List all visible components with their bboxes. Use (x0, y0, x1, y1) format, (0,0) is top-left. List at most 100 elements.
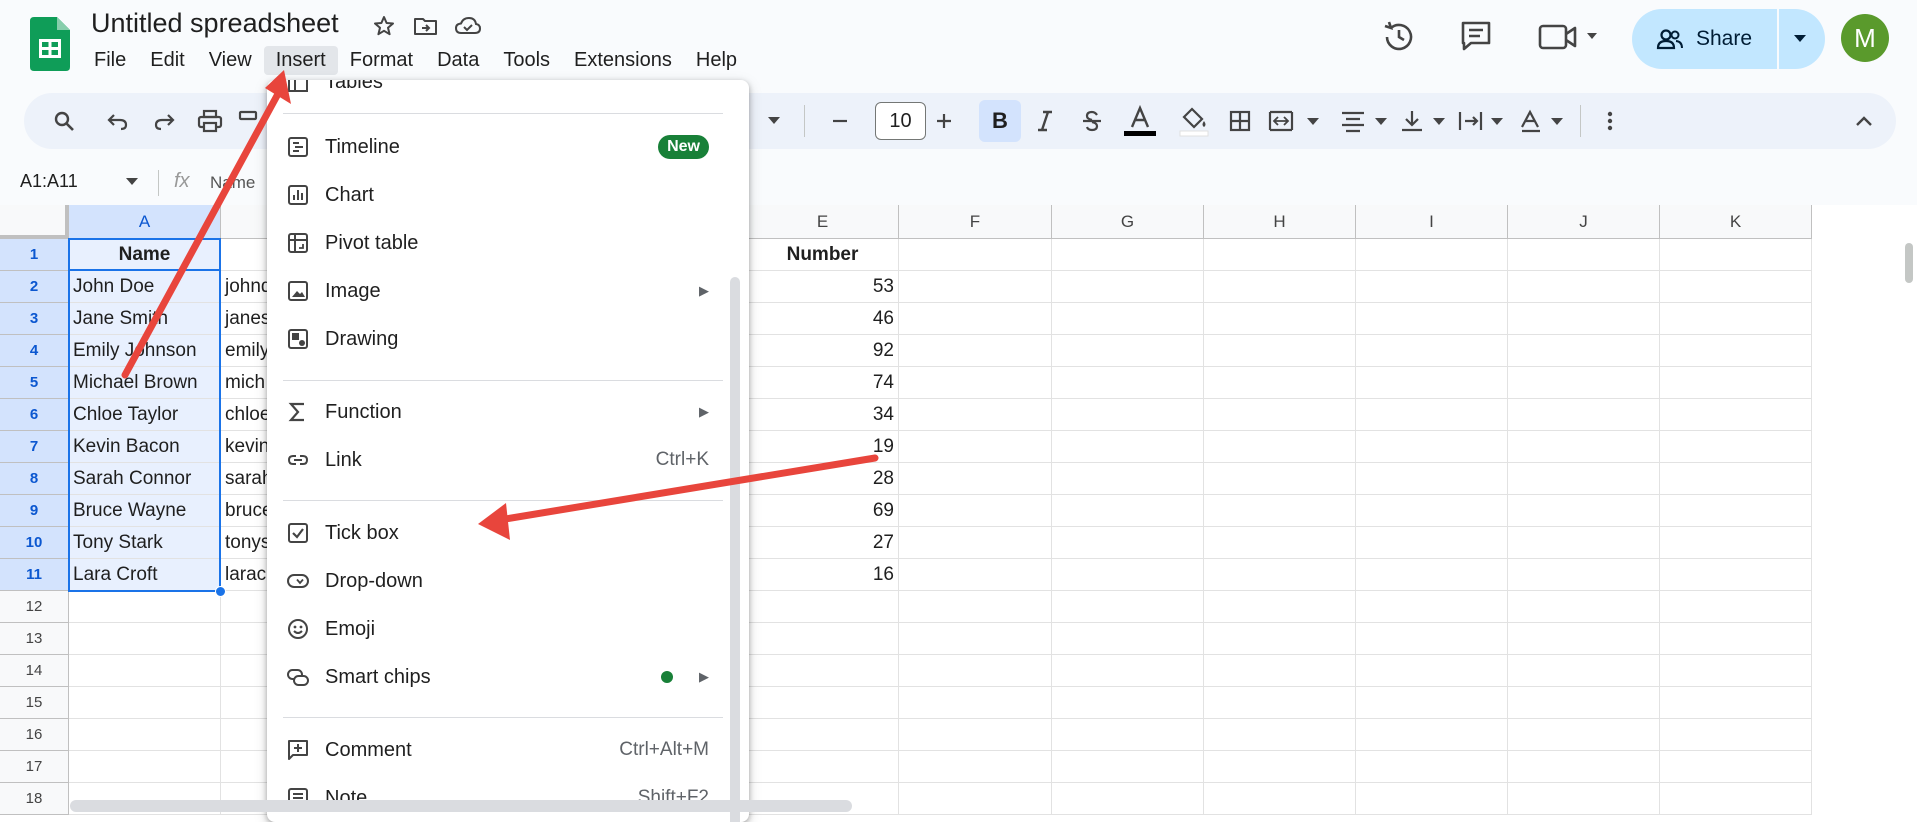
cell-e11[interactable]: 16 (747, 559, 899, 591)
cell-j2[interactable] (1508, 271, 1660, 303)
cell-h16[interactable] (1204, 719, 1356, 751)
menu-edit[interactable]: Edit (138, 46, 196, 75)
cell-i13[interactable] (1356, 623, 1508, 655)
cell-i11[interactable] (1356, 559, 1508, 591)
menu-tools[interactable]: Tools (491, 46, 562, 75)
cell-h10[interactable] (1204, 527, 1356, 559)
cell-f8[interactable] (899, 463, 1052, 495)
row-header-4[interactable]: 4 (0, 335, 69, 367)
row-header-16[interactable]: 16 (0, 719, 69, 751)
cell-a15[interactable] (69, 687, 221, 719)
version-history-icon[interactable] (1380, 18, 1418, 61)
cell-k5[interactable] (1660, 367, 1812, 399)
column-header-a[interactable]: A (69, 205, 221, 239)
menu-item-tick-box[interactable]: Tick box (267, 509, 733, 557)
cell-e6[interactable]: 34 (747, 399, 899, 431)
cell-f10[interactable] (899, 527, 1052, 559)
cell-h6[interactable] (1204, 399, 1356, 431)
row-header-11[interactable]: 11 (0, 559, 69, 591)
cell-g14[interactable] (1052, 655, 1204, 687)
cell-e7[interactable]: 19 (747, 431, 899, 463)
cell-i16[interactable] (1356, 719, 1508, 751)
cell-e13[interactable] (747, 623, 899, 655)
cell-k12[interactable] (1660, 591, 1812, 623)
row-header-1[interactable]: 1 (0, 239, 69, 271)
menu-item-link[interactable]: Link Ctrl+K (267, 436, 733, 484)
cell-f16[interactable] (899, 719, 1052, 751)
cell-j12[interactable] (1508, 591, 1660, 623)
cell-a13[interactable] (69, 623, 221, 655)
menu-item-image[interactable]: Image ▶ (267, 267, 733, 315)
cell-h13[interactable] (1204, 623, 1356, 655)
menu-item-drawing[interactable]: Drawing (267, 315, 733, 363)
cell-k8[interactable] (1660, 463, 1812, 495)
cell-g6[interactable] (1052, 399, 1204, 431)
cell-g5[interactable] (1052, 367, 1204, 399)
cell-k17[interactable] (1660, 751, 1812, 783)
more-options-icon[interactable] (1594, 105, 1626, 137)
cell-g11[interactable] (1052, 559, 1204, 591)
search-menus-icon[interactable] (48, 105, 80, 137)
cell-a6[interactable]: Chloe Taylor (69, 399, 221, 431)
collapse-toolbar-icon[interactable] (1848, 105, 1880, 137)
cell-f5[interactable] (899, 367, 1052, 399)
cell-i1[interactable] (1356, 239, 1508, 271)
cell-e3[interactable]: 46 (747, 303, 899, 335)
cell-i15[interactable] (1356, 687, 1508, 719)
column-header-i[interactable]: I (1356, 205, 1508, 239)
cell-f17[interactable] (899, 751, 1052, 783)
cell-f1[interactable] (899, 239, 1052, 271)
menu-item-pivot-table[interactable]: Pivot table (267, 219, 733, 267)
cell-e12[interactable] (747, 591, 899, 623)
cell-h7[interactable] (1204, 431, 1356, 463)
menu-item-note[interactable]: Note Shift+F2 (267, 774, 733, 822)
cell-e9[interactable]: 69 (747, 495, 899, 527)
menu-format[interactable]: Format (338, 46, 425, 75)
cell-a5[interactable]: Michael Brown (69, 367, 221, 399)
horizontal-align-icon[interactable] (1338, 105, 1390, 137)
column-header-k[interactable]: K (1660, 205, 1812, 239)
fill-handle[interactable] (215, 586, 226, 597)
menu-extensions[interactable]: Extensions (562, 46, 684, 75)
row-header-5[interactable]: 5 (0, 367, 69, 399)
cell-i9[interactable] (1356, 495, 1508, 527)
cell-a12[interactable] (69, 591, 221, 623)
menu-item-function[interactable]: Function ▶ (267, 388, 733, 436)
menu-item-emoji[interactable]: Emoji (267, 605, 733, 653)
cell-k11[interactable] (1660, 559, 1812, 591)
cell-g13[interactable] (1052, 623, 1204, 655)
avatar[interactable]: M (1841, 14, 1889, 62)
cell-h14[interactable] (1204, 655, 1356, 687)
cell-j6[interactable] (1508, 399, 1660, 431)
cell-a10[interactable]: Tony Stark (69, 527, 221, 559)
cell-f14[interactable] (899, 655, 1052, 687)
cell-g4[interactable] (1052, 335, 1204, 367)
cell-i4[interactable] (1356, 335, 1508, 367)
cell-h2[interactable] (1204, 271, 1356, 303)
cell-i8[interactable] (1356, 463, 1508, 495)
formula-input[interactable]: Name (210, 173, 255, 193)
row-header-6[interactable]: 6 (0, 399, 69, 431)
strikethrough-icon[interactable] (1076, 105, 1108, 137)
menu-help[interactable]: Help (684, 46, 749, 75)
text-color-icon[interactable] (1120, 101, 1160, 141)
cell-k10[interactable] (1660, 527, 1812, 559)
cell-j7[interactable] (1508, 431, 1660, 463)
select-all-corner[interactable] (0, 205, 69, 239)
name-box-dropdown-icon[interactable] (125, 177, 139, 187)
cell-g1[interactable] (1052, 239, 1204, 271)
row-header-17[interactable]: 17 (0, 751, 69, 783)
cell-g17[interactable] (1052, 751, 1204, 783)
row-header-12[interactable]: 12 (0, 591, 69, 623)
cell-h12[interactable] (1204, 591, 1356, 623)
cell-f9[interactable] (899, 495, 1052, 527)
undo-icon[interactable] (102, 105, 134, 137)
cell-j17[interactable] (1508, 751, 1660, 783)
cell-j8[interactable] (1508, 463, 1660, 495)
cell-h4[interactable] (1204, 335, 1356, 367)
cell-h3[interactable] (1204, 303, 1356, 335)
cell-f15[interactable] (899, 687, 1052, 719)
cell-j10[interactable] (1508, 527, 1660, 559)
cell-j9[interactable] (1508, 495, 1660, 527)
cell-e1[interactable]: Number (747, 239, 899, 271)
